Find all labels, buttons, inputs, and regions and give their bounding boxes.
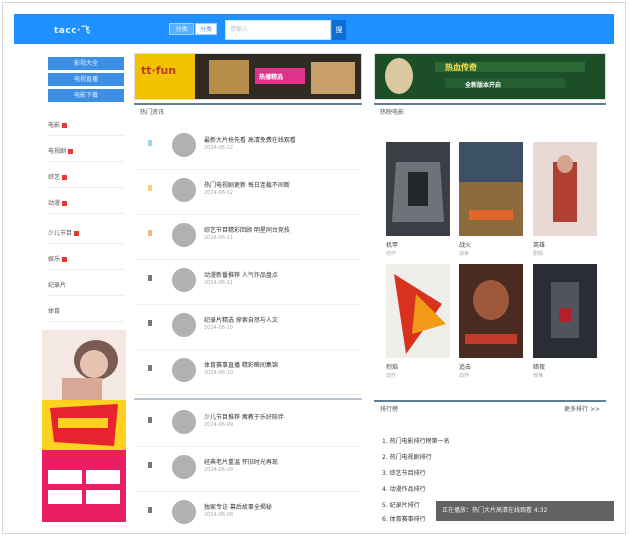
ad-banner-left-graphic [135, 54, 361, 99]
category-button[interactable]: 分类 [169, 23, 194, 35]
news-row[interactable]: 经典老片重温 怀旧时光再现 2024-06-09 [134, 447, 362, 492]
sidebar-ad[interactable] [42, 330, 126, 522]
avatar [172, 410, 196, 434]
news-row[interactable]: 热门电视剧更新 每日连载不间断 2024-06-12 [134, 170, 362, 215]
poster-subtitle: 动作 [386, 251, 397, 257]
sidebar-item[interactable]: 电视剧 [48, 142, 124, 162]
avatar [172, 268, 196, 292]
poster-subtitle: 战争 [459, 251, 470, 257]
news-row[interactable]: 动漫新番推荐 人气作品盘点 2024-06-11 [134, 260, 362, 305]
poster-subtitle: 动作 [386, 373, 397, 379]
more-link[interactable]: 更多排行 >> [564, 402, 600, 418]
movie-poster[interactable] [459, 264, 523, 358]
poster-title[interactable]: 战火 [459, 240, 471, 249]
movies-section-header: 热映电影 [374, 103, 606, 123]
ranking-title: 排行榜 [380, 406, 399, 413]
rank-marker [148, 275, 152, 281]
movie-poster[interactable] [533, 142, 597, 236]
news-row[interactable]: 少儿节目推荐 寓教于乐好陪伴 2024-06-09 [134, 402, 362, 447]
ranking-item[interactable]: 6. 体育赛事排行 [382, 514, 426, 523]
poster-title[interactable]: 暗夜 [533, 362, 545, 371]
news-row[interactable]: 最新大片抢先看 高清免费在线观看 2024-06-12 [134, 125, 362, 170]
ranking-item[interactable]: 1. 热门电影排行榜第一名 [382, 436, 450, 445]
search-button[interactable]: 搜 [332, 20, 346, 40]
movie-poster[interactable] [533, 264, 597, 358]
search-icon: 搜 [335, 26, 343, 34]
ranking-item[interactable]: 3. 综艺节目排行 [382, 468, 426, 477]
hot-badge-icon [62, 201, 68, 206]
movie-poster[interactable] [386, 264, 450, 358]
ad-banner-left[interactable]: tt·fun 热播精选 [134, 53, 362, 100]
hot-badge-icon [62, 175, 68, 180]
news-row[interactable]: 独家专访 幕后故事全揭秘 2024-06-08 [134, 492, 362, 524]
poster-subtitle: 惊悚 [533, 373, 544, 379]
avatar [172, 133, 196, 157]
avatar [172, 358, 196, 382]
movie-poster-image [386, 264, 450, 358]
ad-banner-right[interactable]: 热血传奇 全新版本开启 [374, 53, 606, 100]
movie-poster[interactable] [459, 142, 523, 236]
ad-banner-left-title: tt·fun [141, 64, 177, 77]
poster-title[interactable]: 烈焰 [386, 362, 398, 371]
poster-title[interactable]: 追击 [459, 362, 471, 371]
rank-marker [148, 140, 152, 146]
rank-marker [148, 417, 152, 423]
sidebar-item[interactable]: 少儿节目 [48, 224, 124, 244]
site-logo[interactable]: tacc·飞 [54, 23, 90, 36]
hot-badge-icon [62, 257, 68, 262]
news-section-header: 热门资讯 [134, 103, 362, 123]
rank-marker [148, 230, 152, 236]
ad-banner-right-title: 热血传奇 [445, 63, 477, 72]
movie-poster[interactable] [386, 142, 450, 236]
news-row[interactable]: 体育赛事直播 精彩瞬间集锦 2024-06-10 [134, 350, 362, 395]
ranking-item[interactable]: 5. 纪录片排行 [382, 500, 420, 509]
rank-marker [148, 185, 152, 191]
top-nav-bar: tacc·飞 分类 分类 请输入 搜 [14, 14, 614, 44]
sidebar-button-3[interactable]: 电影下载 [48, 89, 124, 102]
movie-poster-image [459, 142, 523, 236]
category-button-alt[interactable]: 分类 [195, 23, 217, 35]
sidebar-item[interactable]: 综艺 [48, 168, 124, 188]
avatar [172, 313, 196, 337]
ranking-section-header: 排行榜 更多排行 >> [374, 400, 606, 420]
sidebar-button-1[interactable]: 影视大全 [48, 57, 124, 70]
ranking-item[interactable]: 4. 动漫作品排行 [382, 484, 426, 493]
poster-title[interactable]: 英雄 [533, 240, 545, 249]
ranking-item[interactable]: 2. 热门电视剧排行 [382, 452, 432, 461]
sidebar-item[interactable]: 娱乐 [48, 250, 124, 270]
search-input[interactable]: 请输入 [225, 20, 331, 40]
movie-poster-image [459, 264, 523, 358]
poster-subtitle: 动作 [459, 373, 470, 379]
ad-banner-right-graphic [375, 54, 605, 99]
news-row[interactable]: 综艺节目精彩回顾 明星同台竞技 2024-06-11 [134, 215, 362, 260]
rank-marker [148, 365, 152, 371]
rank-marker [148, 507, 152, 513]
poster-title[interactable]: 机甲 [386, 240, 398, 249]
sidebar-item[interactable]: 动漫 [48, 194, 124, 214]
sidebar-item[interactable]: 纪录片 [48, 276, 124, 296]
video-overlay-bar[interactable]: 正在播放：热门大片高清在线观看 4:32 [436, 501, 614, 521]
hot-badge-icon [74, 231, 80, 236]
ad-banner-right-sub: 全新版本开启 [465, 82, 502, 89]
rank-marker [148, 320, 152, 326]
avatar [172, 455, 196, 479]
hot-badge-icon [68, 149, 74, 154]
hot-badge-icon [62, 123, 68, 128]
avatar [172, 178, 196, 202]
avatar [172, 500, 196, 524]
movie-poster-image [533, 264, 597, 358]
ad-banner-left-sub: 热播精选 [259, 74, 284, 81]
news-row[interactable]: 纪录片精选 探索自然与人文 2024-06-10 [134, 305, 362, 350]
poster-subtitle: 剧情 [533, 251, 544, 257]
sidebar-ad-graphic [42, 330, 126, 522]
sidebar-item[interactable]: 体育 [48, 302, 124, 322]
movie-poster-image [386, 142, 450, 236]
rank-marker [148, 462, 152, 468]
avatar [172, 223, 196, 247]
sidebar-button-2[interactable]: 电视直播 [48, 73, 124, 86]
sidebar-item[interactable]: 电影 [48, 116, 124, 136]
movie-poster-image [533, 142, 597, 236]
